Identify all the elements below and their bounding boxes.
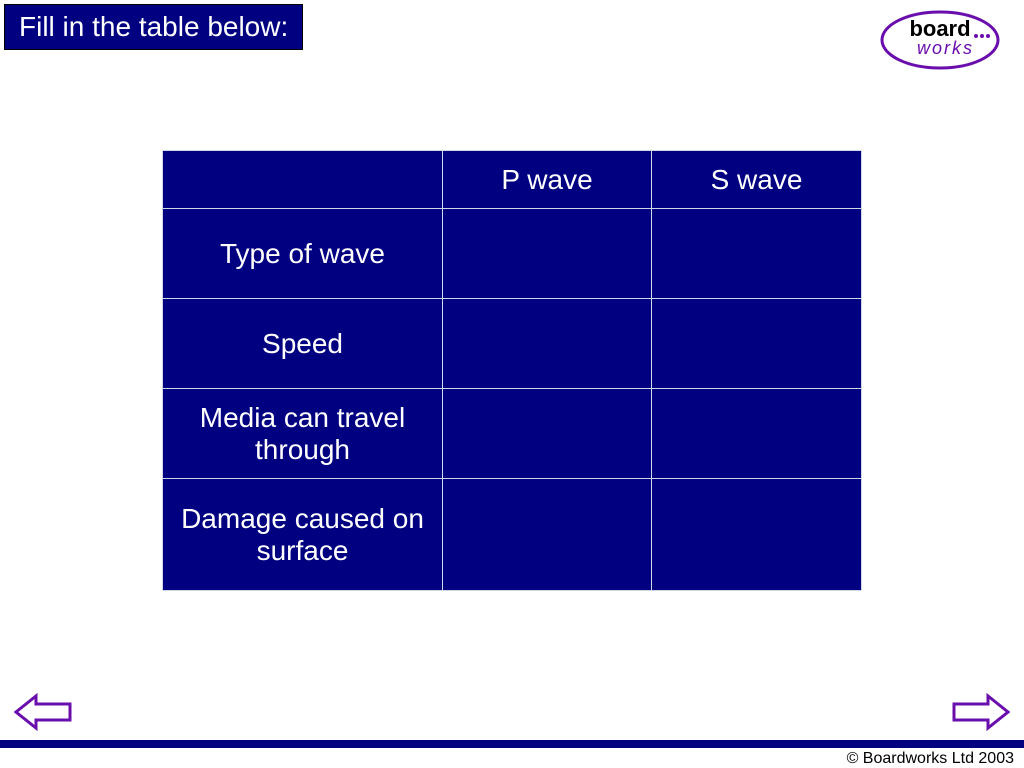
cell-media-p[interactable]	[443, 389, 652, 479]
cell-damage-s[interactable]	[651, 479, 861, 591]
slide-title: Fill in the table below:	[4, 4, 303, 50]
boardworks-logo: board works	[876, 6, 1004, 74]
row-label-type: Type of wave	[163, 209, 443, 299]
row-label-damage: Damage caused on surface	[163, 479, 443, 591]
cell-type-p[interactable]	[443, 209, 652, 299]
table-header-blank	[163, 151, 443, 209]
prev-arrow-button[interactable]	[14, 692, 74, 732]
cell-speed-s[interactable]	[651, 299, 861, 389]
wave-table: P wave S wave Type of wave Speed Media c…	[162, 150, 862, 591]
next-arrow-button[interactable]	[950, 692, 1010, 732]
footer-divider	[0, 740, 1024, 748]
cell-type-s[interactable]	[651, 209, 861, 299]
row-label-media: Media can travel through	[163, 389, 443, 479]
table-header-s: S wave	[651, 151, 861, 209]
copyright-text: © Boardworks Ltd 2003	[847, 750, 1014, 768]
cell-speed-p[interactable]	[443, 299, 652, 389]
table-header-p: P wave	[443, 151, 652, 209]
row-label-speed: Speed	[163, 299, 443, 389]
cell-media-s[interactable]	[651, 389, 861, 479]
cell-damage-p[interactable]	[443, 479, 652, 591]
svg-text:works: works	[917, 38, 974, 58]
